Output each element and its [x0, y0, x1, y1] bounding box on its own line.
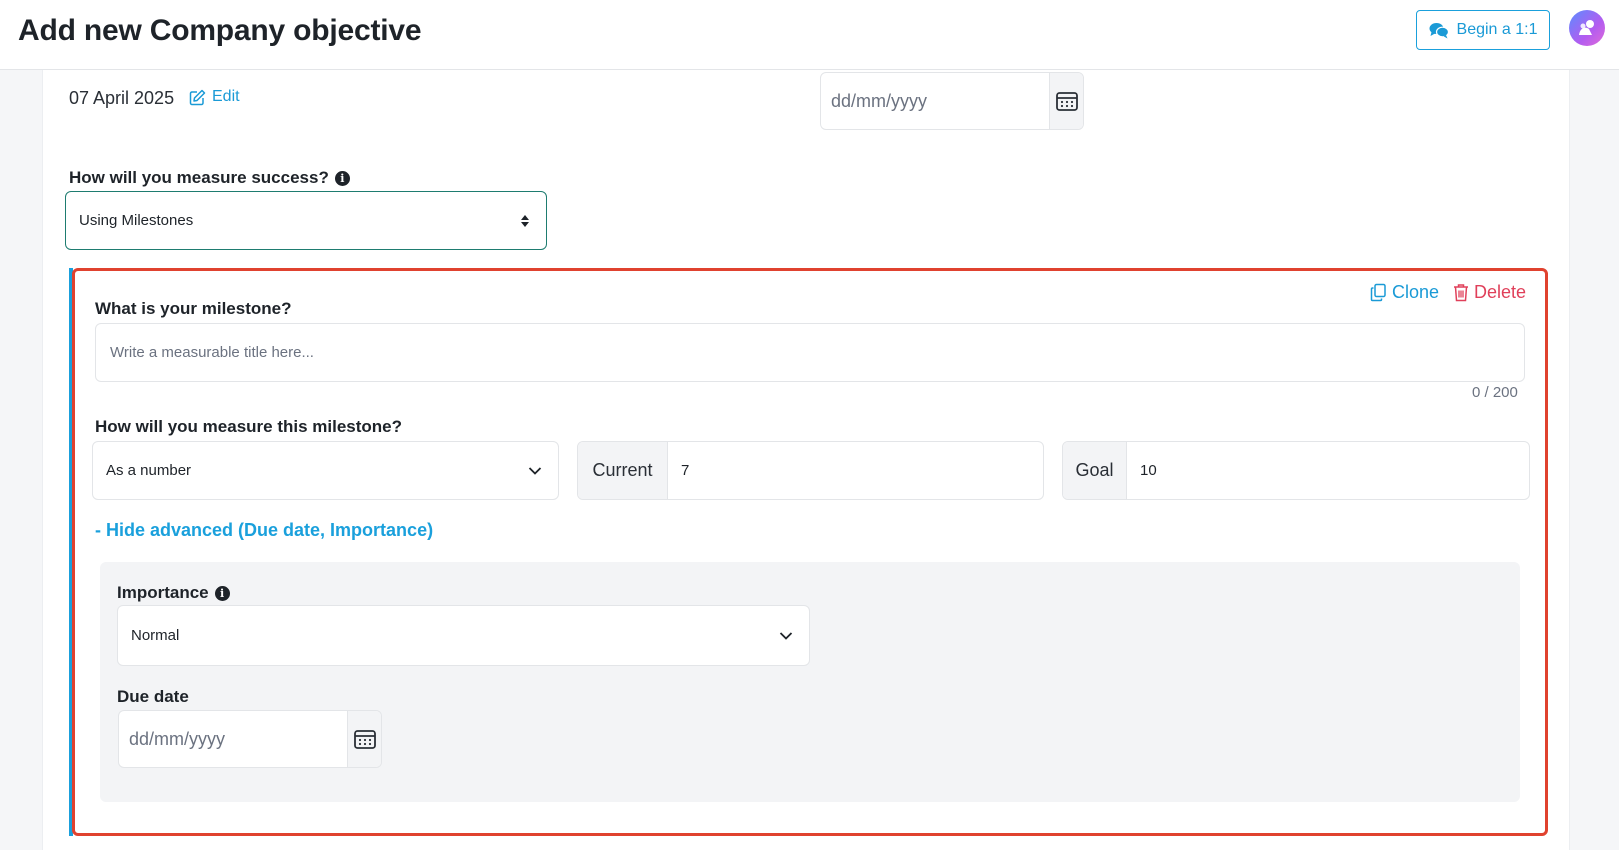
measure-success-text: How will you measure success?: [69, 168, 329, 187]
goal-label: Goal: [1063, 442, 1127, 499]
copy-icon: [1370, 283, 1386, 302]
importance-info-icon[interactable]: i: [214, 585, 230, 601]
importance-text: Importance: [117, 583, 209, 602]
clone-milestone-button[interactable]: Clone: [1370, 282, 1439, 303]
milestone-due-date-group: [118, 710, 382, 768]
calendar-icon: [353, 730, 376, 749]
milestone-title-label: What is your milestone?: [95, 299, 292, 318]
page-title: Add new Company objective: [18, 14, 422, 47]
character-counter: 0 / 200: [1472, 384, 1518, 401]
measure-success-select[interactable]: Using Milestones: [65, 191, 547, 250]
milestone-title-input[interactable]: [95, 323, 1525, 382]
calendar-icon: [1055, 92, 1078, 111]
user-avatar[interactable]: [1569, 10, 1605, 46]
milestone-calendar-button[interactable]: [347, 711, 381, 767]
current-label: Current: [578, 442, 668, 499]
objective-calendar-button[interactable]: [1049, 73, 1083, 129]
delete-milestone-button[interactable]: Delete: [1453, 282, 1526, 303]
edit-date-link[interactable]: Edit: [189, 88, 240, 106]
sort-arrows-icon: [521, 214, 529, 227]
objective-due-date-group: [820, 72, 1084, 130]
chat-bubbles-icon: [1429, 22, 1449, 38]
info-icon[interactable]: i: [334, 170, 350, 186]
begin-one-on-one-button[interactable]: Begin a 1:1: [1416, 10, 1550, 50]
milestone-measure-select[interactable]: As a number: [92, 441, 559, 500]
objective-due-date-input[interactable]: [821, 73, 1049, 129]
created-date: 07 April 2025: [69, 88, 175, 108]
top-bar: Add new Company objective Begin a 1:1: [0, 0, 1619, 70]
milestone-due-date-input[interactable]: [119, 711, 347, 767]
measure-success-value: Using Milestones: [79, 212, 194, 229]
goal-value-group: Goal: [1062, 441, 1530, 500]
due-date-label: Due date: [117, 687, 189, 706]
edit-label: Edit: [212, 88, 240, 105]
chevron-down-icon: [528, 466, 542, 475]
clone-label: Clone: [1392, 282, 1440, 302]
goal-value-input[interactable]: [1127, 442, 1529, 499]
avatar-figure-icon: [1579, 20, 1594, 35]
edit-icon: [189, 89, 206, 105]
measure-success-label: How will you measure success? i: [69, 168, 350, 188]
milestone-measure-label: How will you measure this milestone?: [95, 417, 403, 436]
current-value-input[interactable]: [668, 442, 1043, 499]
hide-advanced-toggle[interactable]: - Hide advanced (Due date, Importance): [95, 520, 433, 541]
current-value-group: Current: [577, 441, 1044, 500]
importance-select[interactable]: Normal: [117, 605, 810, 666]
milestone-measure-value: As a number: [106, 462, 192, 479]
chevron-down-icon: [779, 631, 793, 640]
begin-one-on-one-label: Begin a 1:1: [1456, 21, 1538, 38]
delete-label: Delete: [1474, 282, 1527, 302]
importance-label: Importance i: [117, 583, 230, 603]
importance-value: Normal: [131, 627, 180, 644]
trash-icon: [1454, 284, 1468, 302]
